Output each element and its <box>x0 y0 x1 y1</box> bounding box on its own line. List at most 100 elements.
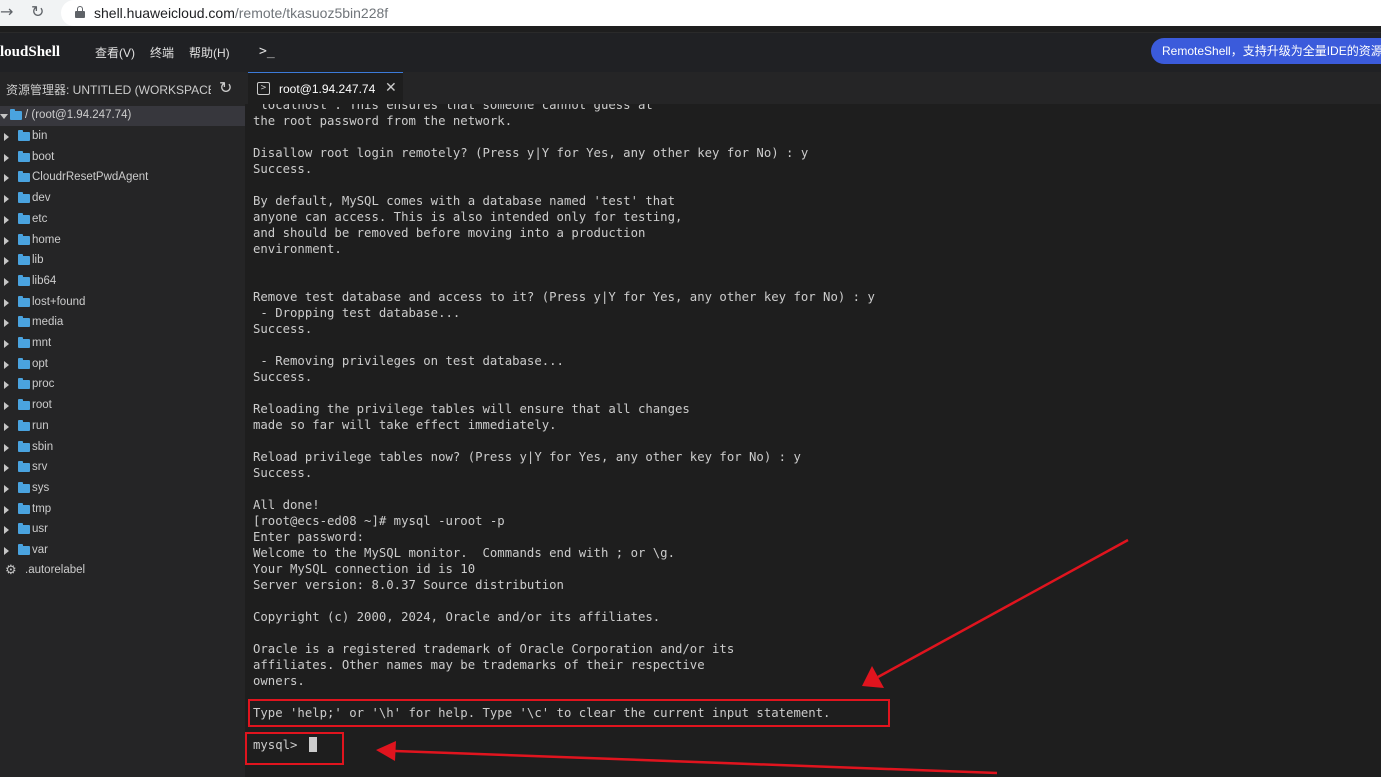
chevron-right-icon[interactable] <box>4 381 9 390</box>
tree-folder-usr[interactable]: usr <box>0 520 245 540</box>
folder-icon <box>18 378 30 390</box>
folder-icon <box>18 233 30 245</box>
terminal-line: Copyright (c) 2000, 2024, Oracle and/or … <box>253 610 661 624</box>
tree-folder-boot[interactable]: boot <box>0 148 245 168</box>
folder-icon <box>18 130 30 141</box>
tree-folder-label: media <box>32 316 64 329</box>
tab-terminal[interactable]: > root@1.94.247.74 ✕ <box>248 72 403 104</box>
folder-icon <box>18 212 30 224</box>
chevron-right-icon[interactable] <box>4 443 9 452</box>
terminal-prompt-icon[interactable]: >_ <box>259 43 277 61</box>
terminal-line: owners. <box>253 674 305 688</box>
tree-folder-sbin[interactable]: sbin <box>0 438 245 458</box>
tree-folder-var[interactable]: var <box>0 541 245 561</box>
terminal-line: [root@ecs-ed08 ~]# mysql -uroot -p <box>253 514 505 528</box>
terminal-line: made so far will take effect immediately… <box>253 418 557 432</box>
tree-folder-label: tmp <box>32 502 52 515</box>
tree-folder-label: mnt <box>32 337 52 349</box>
tree-folder-label: run <box>32 419 49 432</box>
tree-folder-label: proc <box>32 378 55 391</box>
explorer-sidebar: 资源管理器: UNTITLED (WORKSPACE) ↻ / (root@1.… <box>0 72 245 777</box>
tree-folder-label: lib64 <box>32 274 57 287</box>
chevron-right-icon[interactable] <box>4 215 9 224</box>
tree-folder-dev[interactable]: dev <box>0 189 245 209</box>
tree-folder-label: srv <box>32 461 48 474</box>
terminal-line: All done! <box>253 498 320 512</box>
terminal-line: Your MySQL connection id is 10 <box>253 562 476 576</box>
terminal-line: Success. <box>253 370 313 384</box>
tree-folder-proc[interactable]: proc <box>0 375 245 395</box>
tree-folder-label: lost+found <box>32 295 86 308</box>
folder-icon <box>18 337 30 348</box>
chevron-right-icon[interactable] <box>4 236 9 245</box>
tree-folder-etc[interactable]: etc <box>0 210 245 230</box>
terminal-line: - Dropping test database... <box>253 306 461 320</box>
terminal-line: - Removing privileges on test database..… <box>253 354 564 368</box>
promo-banner[interactable]: RemoteShell，支持升级为全量IDE的资源管理 <box>1151 38 1381 64</box>
close-icon[interactable]: ✕ <box>385 80 397 96</box>
folder-icon <box>18 274 30 286</box>
chevron-right-icon[interactable] <box>4 319 9 328</box>
folder-icon <box>18 461 30 473</box>
tree-folder-lib64[interactable]: lib64 <box>0 272 245 292</box>
terminal-line: Reloading the privilege tables will ensu… <box>253 402 690 416</box>
explorer-header: 资源管理器: UNTITLED (WORKSPACE) ↻ <box>0 72 245 104</box>
chevron-right-icon[interactable] <box>4 547 9 555</box>
chevron-right-icon[interactable] <box>4 464 9 473</box>
tree-folder-tmp[interactable]: tmp <box>0 500 245 520</box>
folder-icon <box>18 150 30 162</box>
folder-icon <box>18 523 30 535</box>
tree-folder-label: root <box>32 399 52 412</box>
chevron-right-icon[interactable] <box>4 133 9 141</box>
tree-folder-lost-found[interactable]: lost+found <box>0 293 245 313</box>
folder-icon <box>18 544 30 555</box>
chevron-right-icon[interactable] <box>4 422 9 431</box>
tree-folder-lib[interactable]: lib <box>0 251 245 271</box>
tree-folder-srv[interactable]: srv <box>0 458 245 478</box>
terminal-line: Reload privilege tables now? (Press y|Y … <box>253 450 801 464</box>
chevron-right-icon[interactable] <box>4 298 9 307</box>
menu-terminal[interactable]: 终端 <box>150 44 174 61</box>
tree-folder-label: lib <box>32 254 44 267</box>
app-title: loudShell <box>0 44 61 60</box>
highlight-box-help-line <box>248 699 890 727</box>
tree-folder-root[interactable]: root <box>0 396 245 416</box>
menu-view[interactable]: 查看(V) <box>95 44 135 61</box>
terminal-line: 'localhost'. This ensures that someone c… <box>253 104 653 112</box>
tree-folder-media[interactable]: media <box>0 313 245 333</box>
chevron-right-icon[interactable] <box>4 257 9 266</box>
chevron-right-icon[interactable] <box>4 340 9 348</box>
terminal-line: the root password from the network. <box>253 114 513 128</box>
terminal-output[interactable]: 'localhost'. This ensures that someone c… <box>245 104 1381 777</box>
tree-file-label: .autorelabel <box>25 564 86 576</box>
chevron-right-icon[interactable] <box>4 195 9 204</box>
tree-root[interactable]: / (root@1.94.247.74) <box>0 106 245 126</box>
menu-help[interactable]: 帮助(H) <box>189 44 230 61</box>
terminal-line: Oracle is a registered trademark of Orac… <box>253 642 735 656</box>
chevron-right-icon[interactable] <box>4 153 9 162</box>
tree-folder-bin[interactable]: bin <box>0 127 245 147</box>
terminal-line: Disallow root login remotely? (Press y|Y… <box>253 146 809 160</box>
chevron-right-icon[interactable] <box>4 484 9 493</box>
tree-folder-home[interactable]: home <box>0 231 245 251</box>
tree-file[interactable]: ⚙ .autorelabel <box>0 561 245 581</box>
folder-icon <box>18 254 30 266</box>
tree-folder-opt[interactable]: opt <box>0 355 245 375</box>
chevron-right-icon[interactable] <box>4 277 9 286</box>
tree-folder-cloudrresetpwdagent[interactable]: CloudrResetPwdAgent <box>0 168 245 188</box>
back-arrow-icon[interactable]: → <box>0 3 13 21</box>
folder-icon <box>18 316 30 328</box>
chevron-right-icon[interactable] <box>4 174 9 183</box>
tree-folder-sys[interactable]: sys <box>0 479 245 499</box>
chevron-down-icon[interactable] <box>0 114 8 119</box>
tree-folder-label: bin <box>32 130 48 142</box>
tree-folder-run[interactable]: run <box>0 417 245 437</box>
chevron-right-icon[interactable] <box>4 505 9 514</box>
chevron-right-icon[interactable] <box>4 526 9 535</box>
reload-icon[interactable]: ↻ <box>31 3 44 21</box>
tree-folder-mnt[interactable]: mnt <box>0 334 245 354</box>
url-text[interactable]: shell.huaweicloud.com/remote/tkasuoz5bin… <box>94 5 388 21</box>
refresh-icon[interactable]: ↻ <box>219 78 232 97</box>
chevron-right-icon[interactable] <box>4 402 9 411</box>
chevron-right-icon[interactable] <box>4 360 9 369</box>
